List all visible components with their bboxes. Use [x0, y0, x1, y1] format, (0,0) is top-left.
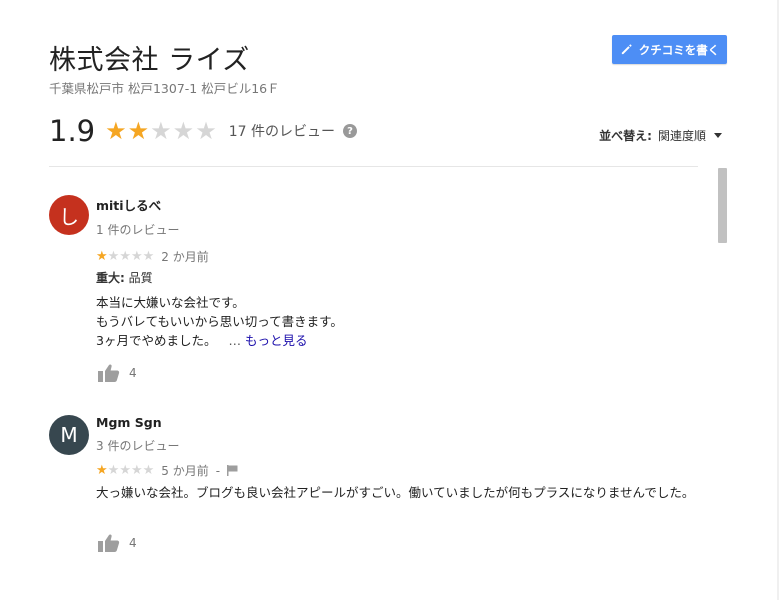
star-icon-empty: ★ — [130, 249, 143, 264]
avatar[interactable]: M — [49, 415, 89, 455]
sort-dropdown[interactable]: 関連度順 — [658, 127, 706, 144]
review-date: 5 か月前 — [161, 464, 209, 478]
reviewer-review-count: 3 件のレビュー — [96, 439, 180, 453]
caret-down-icon — [714, 133, 722, 138]
review-count[interactable]: 17 件のレビュー — [229, 121, 335, 141]
reviews-panel: 株式会社 ライズ 千葉県松戸市 松戸1307-1 松戸ビル16Ｆ クチコミを書く… — [0, 0, 779, 600]
pencil-icon — [621, 44, 632, 55]
review-text: 大っ嫌いな会社。ブログも良い会社アピールがすごい。働いていましたが何もプラスにな… — [96, 485, 695, 500]
star-icon-empty: ★ — [150, 117, 172, 145]
aspect-label: 重大: — [96, 271, 125, 285]
star-icon-empty: ★ — [142, 463, 155, 478]
write-review-button[interactable]: クチコミを書く — [612, 35, 727, 64]
review-rating-line: ★ ★ ★ ★ ★ 5 か月前 - — [96, 462, 238, 479]
star-icon-empty: ★ — [195, 117, 217, 145]
review-text-line: もうバレてもいいから思い切って書きます。 — [96, 314, 343, 329]
reviewer-name[interactable]: mitiしるべ — [96, 195, 179, 214]
star-icon-empty: ★ — [130, 463, 143, 478]
review-text-line: 本当に大嫌いな会社です。 — [96, 295, 245, 310]
review-stars: ★ ★ ★ ★ ★ — [96, 464, 154, 477]
average-rating: 1.9 — [49, 114, 96, 148]
avatar[interactable]: し — [49, 195, 89, 235]
review-aspect: 重大: 品質 — [96, 269, 153, 286]
aspect-value: 品質 — [128, 271, 153, 285]
ellipsis: … — [228, 333, 241, 348]
review-text-line: 3ヶ月でやめました。 … もっと見る — [96, 331, 696, 350]
star-icon-empty: ★ — [142, 249, 155, 264]
review-rating-line: ★ ★ ★ ★ ★ 2 か月前 — [96, 248, 209, 265]
reviewer-info: mitiしるべ 1 件のレビュー — [96, 195, 179, 238]
review-item: M Mgm Sgn 3 件のレビュー ★ ★ ★ ★ ★ 5 か月前 - 大っ嫌いな会社… — [49, 415, 699, 565]
review-text: 本当に大嫌いな会社です。 もうバレてもいいから思い切って書きます。 3ヶ月でやめ… — [96, 293, 696, 350]
sort-label: 並べ替え: — [599, 129, 652, 143]
review-text-fragment: 3ヶ月でやめました。 — [96, 333, 217, 348]
like-button[interactable]: 4 — [97, 533, 137, 553]
star-icon-empty: ★ — [119, 249, 131, 264]
reviewer-name[interactable]: Mgm Sgn — [96, 415, 179, 430]
star-icon-empty: ★ — [119, 463, 131, 478]
star-icon-filled: ★ — [96, 249, 108, 264]
business-address: 千葉県松戸市 松戸1307-1 松戸ビル16Ｆ — [49, 81, 280, 96]
scrollbar-thumb[interactable] — [718, 168, 727, 243]
date-separator: - — [215, 463, 221, 478]
write-review-label: クチコミを書く — [638, 42, 720, 57]
thumbs-up-icon — [98, 364, 120, 382]
flag-icon[interactable] — [227, 465, 238, 476]
star-icon-filled: ★ — [96, 463, 108, 478]
help-icon[interactable]: ? — [342, 124, 357, 138]
divider — [49, 166, 698, 167]
star-icon-filled: ★ — [127, 117, 150, 145]
review-item: し mitiしるべ 1 件のレビュー ★ ★ ★ ★ ★ 2 か月前 重大: 品質 本当… — [49, 195, 699, 395]
avatar-letter: M — [60, 423, 78, 447]
sort-control[interactable]: 並べ替え: 関連度順 — [599, 127, 722, 144]
avatar-letter: し — [59, 204, 79, 229]
read-more-link[interactable]: もっと見る — [245, 333, 308, 348]
review-stars: ★ ★ ★ ★ ★ — [96, 250, 154, 263]
star-icon-empty: ★ — [107, 249, 120, 264]
star-icon-empty: ★ — [172, 117, 195, 145]
business-name: 株式会社 ライズ — [49, 45, 250, 76]
like-count: 4 — [129, 366, 137, 380]
rating-summary: 1.9 ★ ★ ★ ★ ★ 17 件のレビュー ? — [49, 114, 357, 148]
thumbs-up-icon — [98, 534, 120, 552]
like-count: 4 — [129, 536, 137, 550]
reviewer-review-count: 1 件のレビュー — [96, 223, 180, 237]
review-date: 2 か月前 — [161, 250, 209, 264]
average-stars: ★ ★ ★ ★ ★ — [105, 119, 217, 143]
star-icon-empty: ★ — [107, 463, 120, 478]
star-icon-filled: ★ — [105, 117, 127, 145]
like-button[interactable]: 4 — [97, 363, 137, 383]
reviewer-info: Mgm Sgn 3 件のレビュー — [96, 415, 179, 454]
